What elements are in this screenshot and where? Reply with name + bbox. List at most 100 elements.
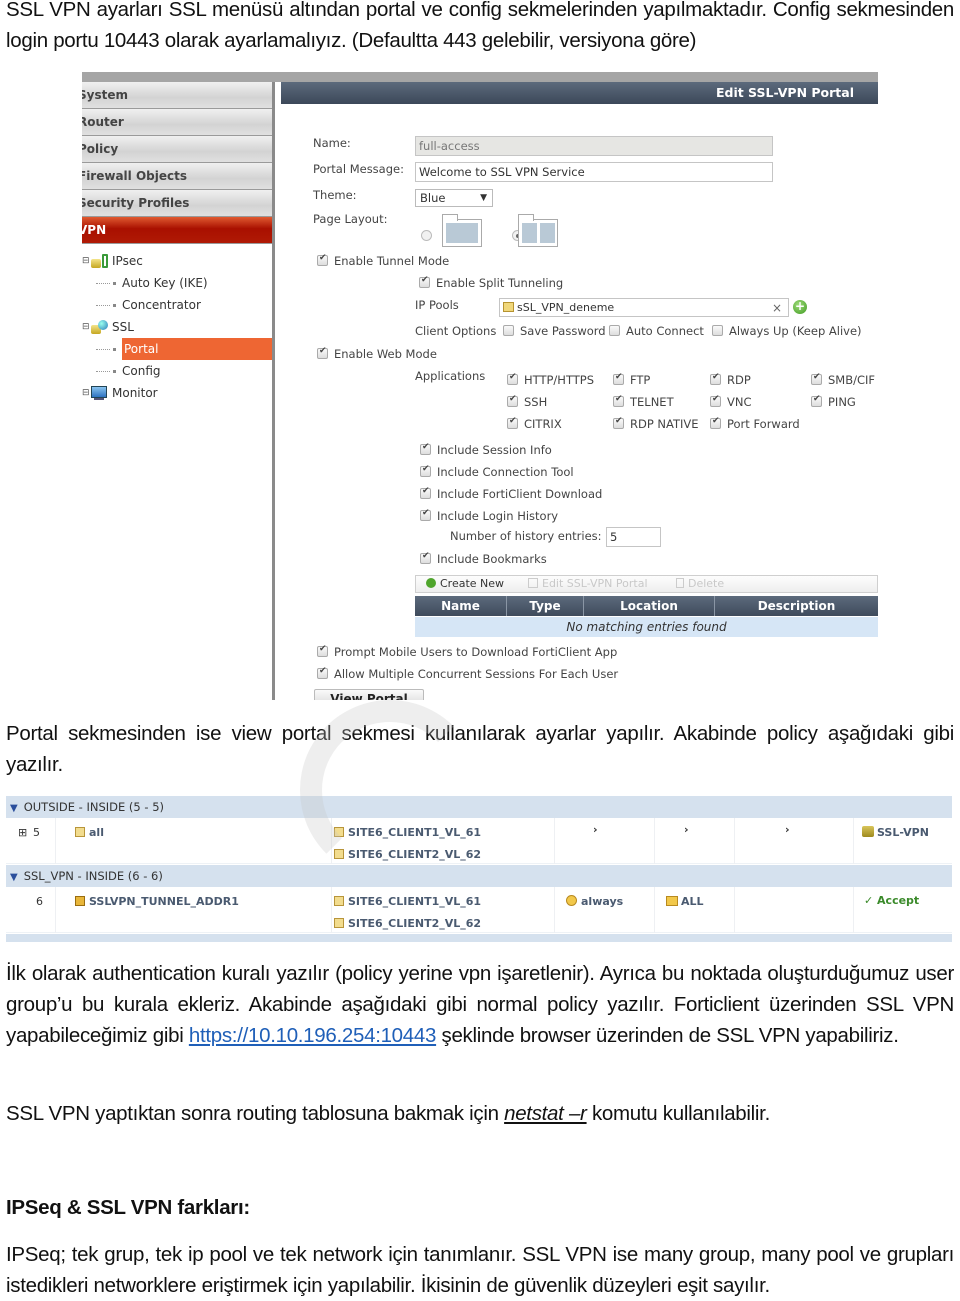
checkbox[interactable]	[420, 442, 431, 455]
app-port-forward[interactable]: Port Forward	[710, 416, 800, 431]
include-connection-tool[interactable]: Include Connection Tool	[420, 464, 574, 479]
always-up-option[interactable]: Always Up (Keep Alive)	[712, 324, 862, 338]
tree-item-auto-key[interactable]: Auto Key (IKE)	[82, 272, 272, 294]
name-field[interactable]: full-access	[415, 136, 773, 156]
checkbox[interactable]	[613, 394, 624, 407]
checkbox[interactable]	[420, 464, 431, 477]
checkbox[interactable]	[710, 394, 721, 407]
sidebar-item-vpn[interactable]: VPN	[82, 217, 272, 244]
policy-row[interactable]: ⊞ 5 all SITE6_CLIENT1_VL_61 SITE6_CLIENT…	[6, 818, 952, 864]
sidebar-item-router[interactable]: Router	[82, 109, 272, 136]
collapse-triangle-icon[interactable]: ▼	[10, 872, 18, 883]
prompt-mobile-users[interactable]: Prompt Mobile Users to Download FortiCli…	[317, 644, 617, 659]
enable-web-mode[interactable]: Enable Web Mode	[317, 346, 437, 361]
schedule-chevron-icon: ›	[593, 823, 598, 836]
dropdown-arrow-icon: ▼	[480, 193, 487, 203]
include-session-info[interactable]: Include Session Info	[420, 442, 552, 457]
app-rdp-native[interactable]: RDP NATIVE	[613, 416, 699, 431]
enable-split-tunneling[interactable]: Enable Split Tunneling	[419, 275, 563, 290]
ssl-vpn-url-link[interactable]: https://10.10.196.254:10443	[189, 1024, 437, 1047]
client-options-label: Client Options	[415, 324, 497, 338]
include-login-history[interactable]: Include Login History	[420, 508, 558, 523]
tree-item-ipsec[interactable]: ⊟ IPsec	[82, 250, 272, 272]
history-entries-field[interactable]: 5	[606, 527, 661, 547]
expand-icon[interactable]: ⊟	[82, 316, 90, 338]
app-telnet[interactable]: TELNET	[613, 394, 674, 409]
app-citrix[interactable]: CITRIX	[507, 416, 562, 431]
column-header-name[interactable]: Name	[415, 596, 507, 616]
sidebar-item-security-profiles[interactable]: Security Profiles	[82, 190, 272, 217]
app-ping[interactable]: PING	[811, 394, 856, 409]
column-header-type[interactable]: Type	[507, 596, 584, 616]
checkbox[interactable]	[710, 416, 721, 429]
column-header-description[interactable]: Description	[715, 596, 878, 616]
policy-row[interactable]: 6 SSLVPN_TUNNEL_ADDR1 SITE6_CLIENT1_VL_6…	[6, 887, 952, 933]
view-portal-button[interactable]: View Portal	[314, 689, 424, 700]
tree-item-ssl[interactable]: ⊟ SSL	[82, 316, 272, 338]
enable-tunnel-mode[interactable]: Enable Tunnel Mode	[317, 253, 449, 268]
checkbox[interactable]	[420, 486, 431, 499]
include-forticlient-download[interactable]: Include FortiClient Download	[420, 486, 602, 501]
checkbox[interactable]	[503, 325, 514, 336]
app-http-https[interactable]: HTTP/HTTPS	[507, 372, 594, 387]
collapse-triangle-icon[interactable]: ▼	[10, 803, 18, 814]
include-bookmarks[interactable]: Include Bookmarks	[420, 551, 547, 566]
checkbox[interactable]	[710, 372, 721, 385]
checkbox[interactable]	[613, 372, 624, 385]
policy-group-header[interactable]: ▼ OUTSIDE - INSIDE (5 - 5)	[6, 796, 952, 818]
app-smb-cif[interactable]: SMB/CIF	[811, 372, 875, 387]
checkbox[interactable]	[420, 508, 431, 521]
checkbox[interactable]	[507, 372, 518, 385]
app-ssh[interactable]: SSH	[507, 394, 547, 409]
expand-icon[interactable]: ⊟	[82, 382, 90, 404]
destination-address: SITE6_CLIENT2_VL_62	[334, 848, 481, 861]
theme-select[interactable]: Blue ▼	[415, 189, 493, 207]
tree-item-portal[interactable]: Portal	[82, 338, 272, 360]
expand-row-icon[interactable]: ⊞	[18, 826, 27, 839]
app-vnc[interactable]: VNC	[710, 394, 752, 409]
checkbox[interactable]	[317, 644, 328, 657]
save-password-option[interactable]: Save Password	[503, 324, 606, 338]
checkbox[interactable]	[811, 372, 822, 385]
bullet-icon	[113, 369, 116, 373]
checkbox[interactable]	[507, 416, 518, 429]
edit-portal-button[interactable]: Edit SSL-VPN Portal	[528, 576, 648, 592]
tree-item-concentrator[interactable]: Concentrator	[82, 294, 272, 316]
tree-item-monitor[interactable]: ⊟ Monitor	[82, 382, 272, 404]
checkbox[interactable]	[420, 551, 431, 564]
app-rdp[interactable]: RDP	[710, 372, 751, 387]
page-layout-label: Page Layout:	[313, 212, 388, 226]
remove-icon[interactable]: ×	[772, 299, 782, 317]
expand-icon[interactable]: ⊟	[82, 250, 90, 272]
sidebar: System Router Policy Firewall Objects Se…	[82, 82, 275, 700]
add-icon[interactable]: +	[793, 300, 807, 314]
delete-button[interactable]: Delete	[676, 576, 724, 592]
checkbox[interactable]	[609, 325, 620, 336]
checkbox[interactable]	[317, 666, 328, 679]
app-ftp[interactable]: FTP	[613, 372, 650, 387]
checkbox[interactable]	[507, 394, 518, 407]
ipsec-icon	[90, 253, 108, 269]
schedule: always	[566, 895, 623, 908]
portal-message-field[interactable]: Welcome to SSL VPN Service	[415, 162, 773, 182]
checkbox[interactable]	[317, 346, 328, 359]
create-new-button[interactable]: Create New	[426, 576, 504, 592]
netstat-paragraph: SSL VPN yaptıktan sonra routing tablosun…	[6, 1102, 770, 1125]
applications-label: Applications	[415, 369, 486, 383]
allow-concurrent-sessions[interactable]: Allow Multiple Concurrent Sessions For E…	[317, 666, 618, 681]
policy-group-header[interactable]: ▼ SSL_VPN - INSIDE (6 - 6)	[6, 865, 952, 887]
checkbox[interactable]	[712, 325, 723, 336]
checkbox[interactable]	[419, 275, 430, 288]
layout-single-radio[interactable]	[421, 230, 432, 241]
column-header-location[interactable]: Location	[584, 596, 715, 616]
address-icon	[334, 827, 344, 837]
checkbox[interactable]	[613, 416, 624, 429]
sidebar-item-firewall-objects[interactable]: Firewall Objects	[82, 163, 272, 190]
ip-pools-field[interactable]: sSL_VPN_deneme ×	[499, 298, 789, 317]
checkbox[interactable]	[811, 394, 822, 407]
checkbox[interactable]	[317, 253, 328, 266]
sidebar-item-policy[interactable]: Policy	[82, 136, 272, 163]
tree-item-config[interactable]: Config	[82, 360, 272, 382]
auto-connect-option[interactable]: Auto Connect	[609, 324, 704, 338]
sidebar-item-system[interactable]: System	[82, 82, 272, 109]
